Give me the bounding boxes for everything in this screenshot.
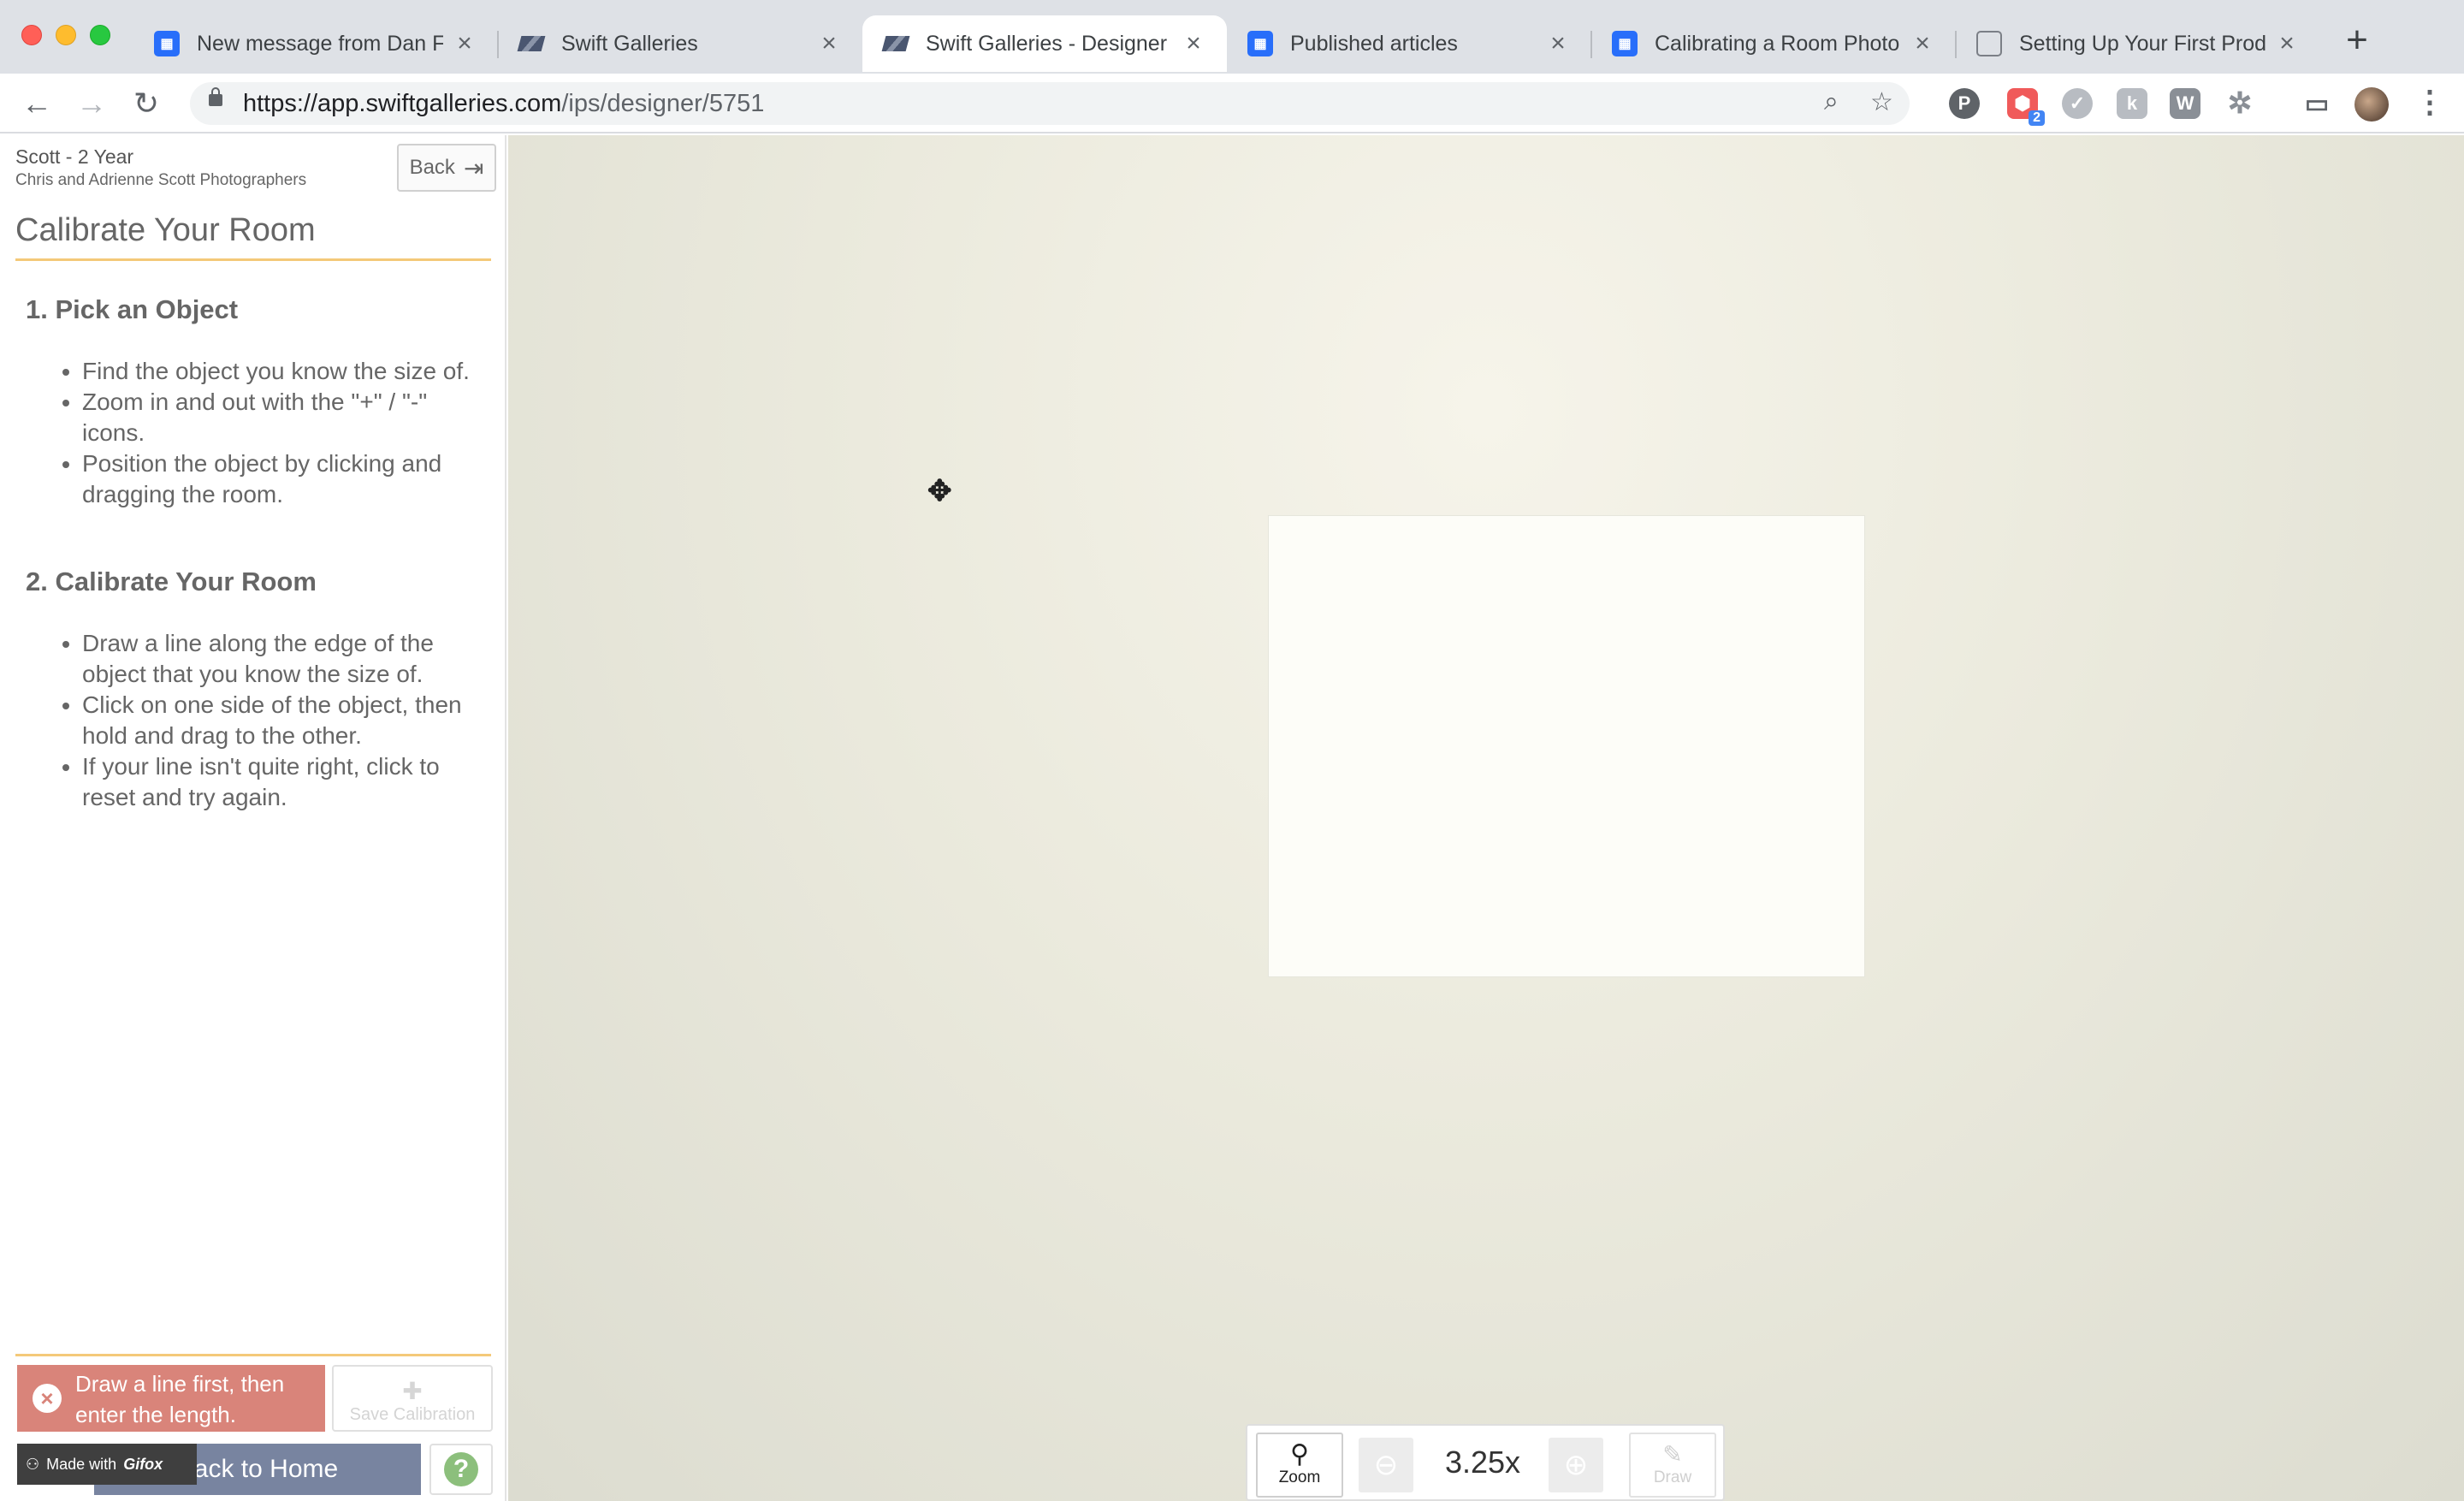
browser-tab[interactable]: ▦ New message from Dan Fr × (133, 15, 499, 72)
gifox-prefix: Made with (46, 1455, 117, 1473)
gifox-brand: Gifox (123, 1455, 163, 1473)
swift-galleries-icon (517, 31, 546, 56)
instruction-item: Position the object by clicking and drag… (82, 448, 484, 510)
step-heading: 2. Calibrate Your Room (26, 567, 317, 596)
instruction-item: Click on one side of the object, then ho… (82, 690, 484, 751)
book-icon (1976, 31, 2002, 56)
search-icon: ⚲ (1290, 1440, 1309, 1468)
close-tab-icon[interactable]: × (1181, 29, 1206, 58)
project-name: Scott - 2 Year (15, 145, 134, 168)
browser-tab-bar: ▦ New message from Dan Fr × Swift Galler… (0, 0, 2464, 74)
pinterest-icon[interactable]: P (1949, 88, 1980, 119)
minimize-window-button[interactable] (56, 25, 76, 45)
gifox-logo-icon: ⚇ (26, 1455, 40, 1473)
back-arrow-icon[interactable]: ← (17, 84, 56, 123)
calibration-sidebar: Scott - 2 Year Chris and Adrienne Scott … (0, 135, 506, 1501)
footer-divider (15, 1354, 491, 1356)
zoom-level: 3.25x (1444, 1445, 1521, 1480)
swift-galleries-icon (881, 31, 910, 56)
save-calibration-label: Save Calibration (349, 1405, 476, 1424)
help-icon: ? (444, 1452, 478, 1486)
close-tab-icon[interactable]: × (816, 29, 842, 58)
browser-tab-active[interactable]: Swift Galleries - Designer × (862, 15, 1227, 72)
close-tab-icon[interactable]: × (1910, 29, 1935, 58)
instruction-item: Draw a line along the edge of the object… (82, 628, 484, 690)
close-tab-icon[interactable]: × (452, 29, 477, 58)
extension-icon[interactable]: ✲ (2224, 87, 2255, 120)
url-path: /ips/designer/5751 (561, 90, 765, 117)
intercom-icon: ▦ (154, 31, 180, 56)
lock-icon (209, 87, 222, 106)
step-instructions: Draw a line along the edge of the object… (82, 628, 484, 813)
browser-menu-icon[interactable]: ⋮ (2414, 84, 2445, 120)
instruction-item: Find the object you know the size of. (82, 356, 484, 387)
save-calibration-button[interactable]: ✚ Save Calibration (332, 1365, 493, 1432)
draw-tool-label: Draw (1653, 1468, 1692, 1486)
url-host: https://app.swiftgalleries.com (243, 90, 562, 117)
tab-title: New message from Dan Fr (197, 31, 443, 56)
close-tab-icon[interactable]: × (1545, 29, 1571, 58)
zoom-out-icon: ⊖ (1373, 1449, 1399, 1481)
tab-title: Swift Galleries - Designer (926, 31, 1168, 56)
zoom-toolbar: ⚲ Zoom ⊖ 3.25x ⊕ ✎ Draw (1246, 1424, 1725, 1501)
zoom-tool-label: Zoom (1278, 1468, 1321, 1486)
url-text[interactable]: https://app.swiftgalleries.com/ips/desig… (243, 90, 764, 118)
zoom-out-button[interactable]: ⊖ (1359, 1438, 1413, 1492)
reload-icon[interactable]: ↻ (127, 84, 166, 123)
address-bar[interactable]: https://app.swiftgalleries.com/ips/desig… (190, 82, 1910, 125)
back-button[interactable]: Back ⇥ (397, 144, 496, 192)
new-tab-button[interactable]: + (2336, 19, 2378, 62)
help-button[interactable]: ? (429, 1444, 493, 1495)
browser-tab[interactable]: ▦ Published articles × (1227, 15, 1592, 72)
back-to-home-label: Back to Home (176, 1455, 339, 1483)
room-photo-object[interactable] (1268, 515, 1865, 977)
intercom-icon: ▦ (1247, 31, 1273, 56)
instruction-item: Zoom in and out with the "+" / "-" icons… (82, 387, 484, 448)
tab-title: Calibrating a Room Photo (1655, 31, 1900, 56)
browser-toolbar: ← → ↻ https://app.swiftgalleries.com/ips… (0, 74, 2464, 133)
cast-icon[interactable]: ▭ (2301, 88, 2332, 119)
forward-arrow-icon[interactable]: → (72, 84, 111, 123)
gifox-watermark: ⚇ Made with Gifox (17, 1444, 197, 1485)
back-button-label: Back (409, 156, 455, 179)
shield-icon[interactable]: ✓ (2062, 88, 2093, 119)
zoom-magnifier-icon[interactable]: ⌕ (1824, 87, 1839, 116)
client-name: Chris and Adrienne Scott Photographers (15, 171, 307, 189)
tab-title: Setting Up Your First Prod (2019, 31, 2266, 56)
intercom-icon: ▦ (1612, 31, 1638, 56)
zoom-tool-button[interactable]: ⚲ Zoom (1256, 1433, 1343, 1498)
room-canvas[interactable]: ✥ ⚲ Zoom ⊖ 3.25x ⊕ ✎ Draw (508, 135, 2464, 1501)
bookmark-star-icon[interactable]: ☆ (1870, 87, 1893, 117)
move-cursor-icon: ✥ (927, 475, 952, 507)
extension-badge: 2 (2029, 110, 2045, 126)
extension-icon[interactable]: W (2170, 88, 2200, 119)
error-text: Draw a line first, then enter the length… (75, 1371, 285, 1427)
extension-icon[interactable]: ⬢ 2 (2007, 88, 2045, 126)
error-x-icon: × (33, 1384, 62, 1413)
close-tab-icon[interactable]: × (2274, 29, 2300, 58)
pencil-icon: ✎ (1662, 1441, 1683, 1468)
browser-tab[interactable]: Setting Up Your First Prod × (1956, 15, 2320, 72)
zoom-in-button[interactable]: ⊕ (1549, 1438, 1603, 1492)
profile-avatar[interactable] (2354, 87, 2389, 122)
error-message: × Draw a line first, then enter the leng… (17, 1365, 325, 1432)
tab-title: Swift Galleries (561, 31, 698, 56)
puzzle-icon: ✚ (402, 1378, 423, 1404)
draw-tool-button[interactable]: ✎ Draw (1629, 1433, 1716, 1498)
extension-icon[interactable]: k (2117, 88, 2147, 119)
zoom-in-icon: ⊕ (1563, 1449, 1589, 1481)
exit-icon: ⇥ (463, 154, 484, 181)
title-divider (15, 258, 491, 261)
maximize-window-button[interactable] (90, 25, 110, 45)
step-heading: 1. Pick an Object (26, 294, 239, 324)
panel-title: Calibrate Your Room (15, 212, 316, 248)
step-instructions: Find the object you know the size of. Zo… (82, 356, 484, 510)
close-window-button[interactable] (21, 25, 42, 45)
instruction-item: If your line isn't quite right, click to… (82, 751, 484, 813)
browser-tab[interactable]: Swift Galleries × (498, 15, 862, 72)
tab-title: Published articles (1290, 31, 1458, 56)
browser-tab[interactable]: ▦ Calibrating a Room Photo × (1591, 15, 1957, 72)
